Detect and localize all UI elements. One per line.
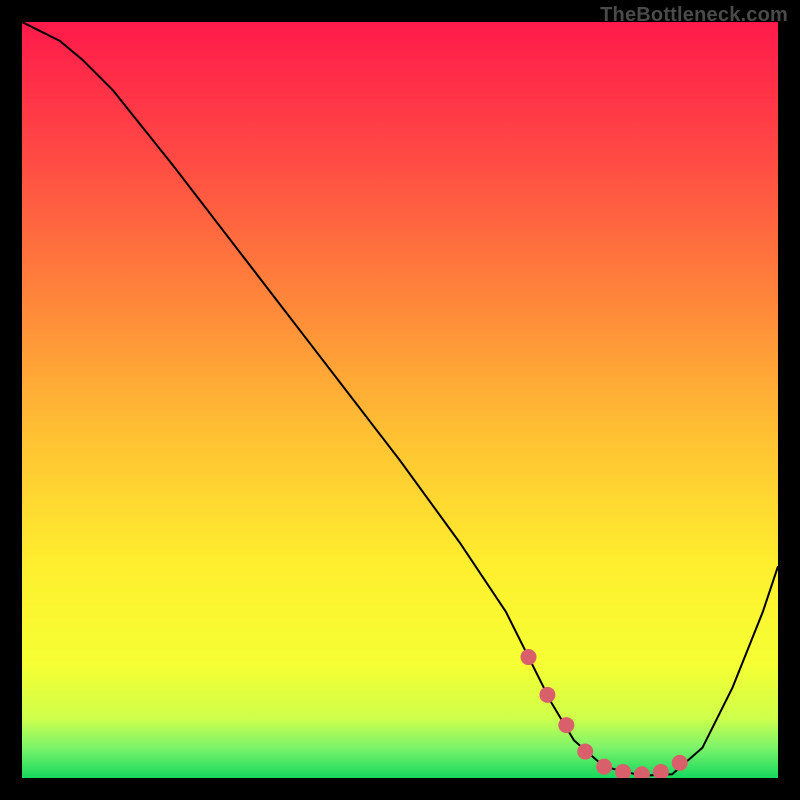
highlight-dot (558, 717, 574, 733)
highlight-dot (521, 649, 537, 665)
watermark-label: TheBottleneck.com (600, 4, 788, 27)
highlight-dot (577, 744, 593, 760)
chart-svg (22, 22, 778, 778)
plot-area (22, 22, 778, 778)
highlight-dot (596, 759, 612, 775)
gradient-background (22, 22, 778, 778)
highlight-dot (672, 755, 688, 771)
highlight-dot (539, 687, 555, 703)
chart-frame: TheBottleneck.com (0, 0, 800, 800)
